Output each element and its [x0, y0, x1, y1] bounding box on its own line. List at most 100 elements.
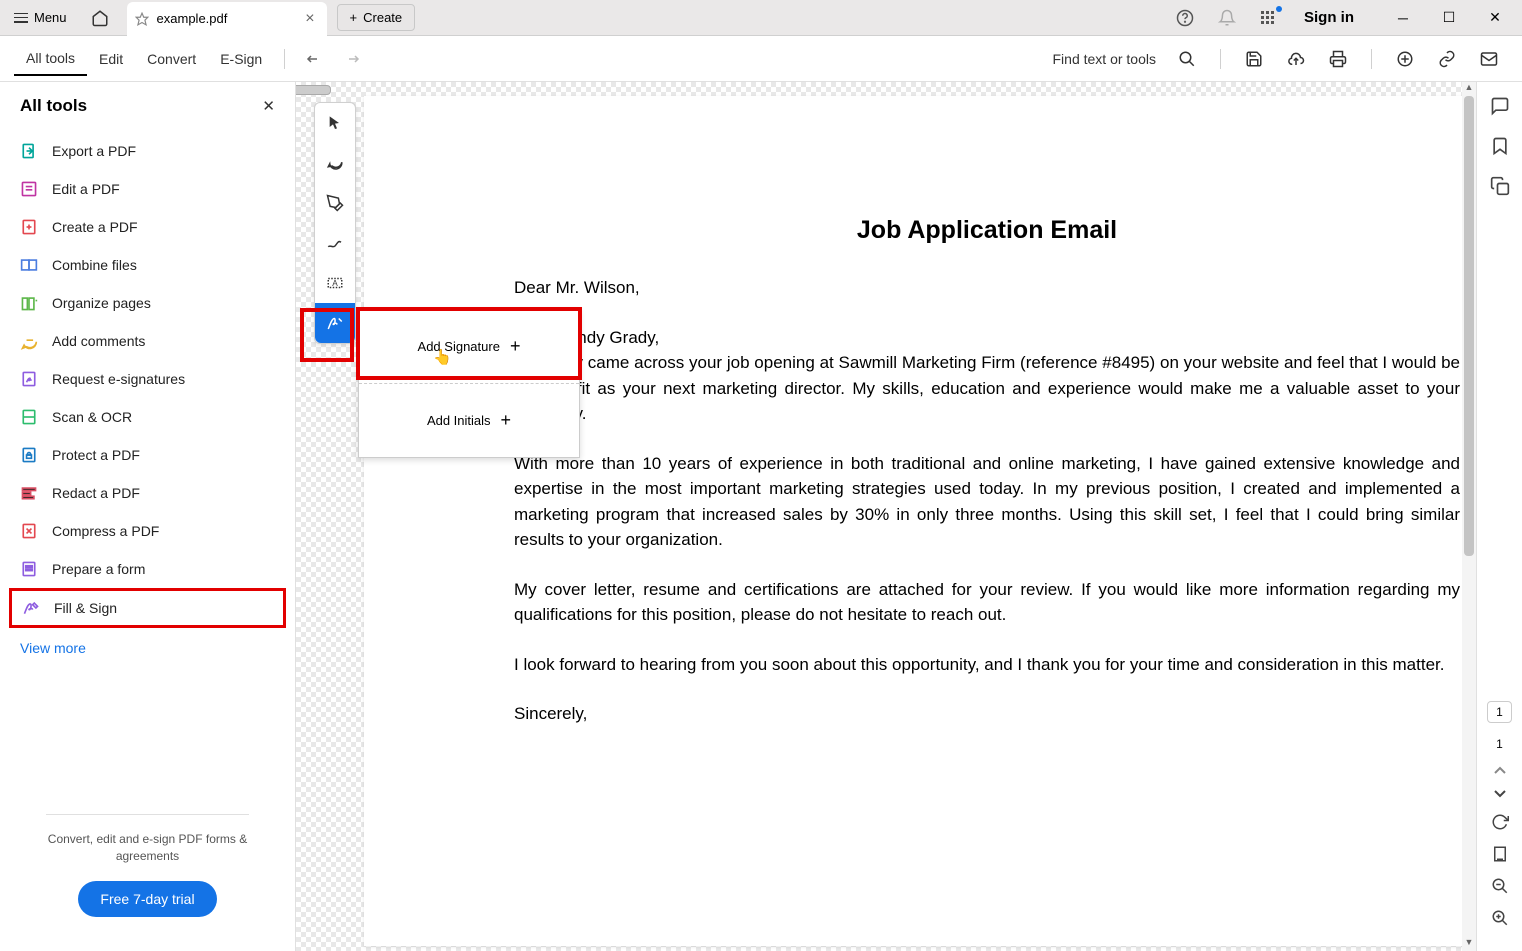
print-button[interactable] — [1319, 42, 1357, 76]
help-button[interactable] — [1166, 3, 1204, 33]
current-page-badge[interactable]: 1 — [1487, 701, 1512, 723]
tool-label: Add comments — [52, 333, 145, 349]
home-icon — [91, 9, 109, 27]
tool-label: Create a PDF — [52, 219, 138, 235]
scroll-thumb[interactable] — [1464, 96, 1474, 556]
paragraph-2: With more than 10 years of experience in… — [514, 451, 1460, 553]
sidebar-close-button[interactable]: ✕ — [262, 97, 275, 115]
select-tool[interactable] — [315, 103, 355, 143]
notification-dot — [1276, 6, 1282, 12]
tool-item-comment[interactable]: Add comments — [0, 322, 295, 360]
tool-item-fillsign[interactable]: Fill & Sign — [9, 588, 286, 628]
tool-label: Compress a PDF — [52, 523, 159, 539]
tab-all-tools[interactable]: All tools — [14, 42, 87, 76]
home-button[interactable] — [81, 3, 119, 33]
sidebar: All tools ✕ Export a PDFEdit a PDF Create… — [0, 82, 296, 951]
sidebar-header: All tools ✕ — [0, 96, 295, 126]
redact-icon — [20, 484, 38, 502]
view-more-link[interactable]: View more — [0, 634, 295, 662]
sidebar-title: All tools — [20, 96, 87, 116]
tool-item-form[interactable]: Prepare a form — [0, 550, 295, 588]
page-view-button[interactable] — [1491, 845, 1509, 863]
paragraph-3: My cover letter, resume and certificatio… — [514, 577, 1460, 628]
paragraph-4: I look forward to hearing from you soon … — [514, 652, 1460, 678]
tab-close-button[interactable]: × — [301, 10, 318, 28]
scroll-up-arrow[interactable]: ▲ — [1462, 82, 1476, 96]
export-icon — [20, 142, 38, 160]
search-button[interactable] — [1168, 42, 1206, 76]
zoom-out-icon — [1491, 877, 1509, 895]
tab-esign[interactable]: E-Sign — [208, 43, 274, 75]
copy-panel-button[interactable] — [1490, 176, 1510, 196]
zoom-in-button[interactable] — [1491, 909, 1509, 927]
tool-item-scan[interactable]: Scan & OCR — [0, 398, 295, 436]
document-tab[interactable]: example.pdf × — [127, 2, 327, 36]
tool-item-redact[interactable]: Redact a PDF — [0, 474, 295, 512]
tool-item-compress[interactable]: Compress a PDF — [0, 512, 295, 550]
draw-icon — [326, 234, 344, 252]
tool-item-protect[interactable]: Protect a PDF — [0, 436, 295, 474]
apps-icon — [1260, 10, 1276, 26]
document-area: Job Application Email Dear Mr. Wilson, D… — [296, 82, 1522, 951]
tool-label: Request e-signatures — [52, 371, 185, 387]
tool-label: Protect a PDF — [52, 447, 140, 463]
text-tool[interactable]: A — [315, 263, 355, 303]
create-button[interactable]: + Create — [337, 4, 416, 31]
rotate-button[interactable] — [1491, 813, 1509, 831]
maximize-button[interactable]: ☐ — [1426, 2, 1472, 34]
signin-button[interactable]: Sign in — [1290, 5, 1368, 30]
tool-item-export[interactable]: Export a PDF — [0, 132, 295, 170]
highlighter-icon — [326, 194, 344, 212]
notifications-button[interactable] — [1208, 3, 1246, 33]
minimize-button[interactable]: ─ — [1380, 2, 1426, 34]
plus-icon: + — [350, 10, 358, 25]
vertical-scrollbar[interactable]: ▲ ▼ — [1462, 82, 1476, 951]
redo-button[interactable] — [333, 46, 371, 72]
apps-button[interactable] — [1250, 4, 1286, 32]
scroll-down-arrow[interactable]: ▼ — [1462, 937, 1476, 951]
save-button[interactable] — [1235, 42, 1273, 76]
add-initials-item[interactable]: Add Initials + — [359, 384, 579, 457]
tool-item-edit[interactable]: Edit a PDF — [0, 170, 295, 208]
sign-tool[interactable] — [315, 303, 355, 343]
zoom-out-button[interactable] — [1491, 877, 1509, 895]
scroll-handle[interactable] — [296, 85, 331, 95]
link-button[interactable] — [1428, 42, 1466, 76]
fillsign-icon — [22, 599, 40, 617]
add-signature-label: Add Signature — [418, 339, 500, 354]
footer-text: Convert, edit and e-sign PDF forms & agr… — [26, 831, 269, 865]
sign-icon — [326, 314, 344, 332]
separator — [284, 49, 285, 69]
protect-icon — [20, 446, 38, 464]
page-up-button[interactable] — [1493, 765, 1507, 775]
chat-panel-button[interactable] — [1490, 96, 1510, 116]
search-icon — [1178, 50, 1196, 68]
tool-item-combine[interactable]: Combine files — [0, 246, 295, 284]
add-signature-item[interactable]: Add Signature + — [359, 310, 579, 384]
highlight-tool[interactable] — [315, 183, 355, 223]
close-window-button[interactable]: ✕ — [1472, 2, 1518, 34]
bookmark-panel-button[interactable] — [1490, 136, 1510, 156]
mail-icon — [1480, 50, 1498, 68]
free-trial-button[interactable]: Free 7-day trial — [78, 881, 216, 917]
draw-tool[interactable] — [315, 223, 355, 263]
menu-label: Menu — [34, 10, 67, 25]
greeting-2: Dear Randy Grady, — [514, 325, 1460, 351]
tab-edit[interactable]: Edit — [87, 43, 135, 75]
tool-item-organize[interactable]: Organize pages — [0, 284, 295, 322]
share-button[interactable] — [1470, 42, 1508, 76]
page-down-button[interactable] — [1493, 789, 1507, 799]
comment-tool[interactable] — [315, 143, 355, 183]
create-icon — [20, 218, 38, 236]
plus-icon: + — [510, 336, 521, 357]
edit-icon — [20, 180, 38, 198]
undo-button[interactable] — [295, 46, 333, 72]
tool-item-request[interactable]: Request e-signatures — [0, 360, 295, 398]
menu-button[interactable]: Menu — [4, 6, 77, 29]
toolbar: All tools Edit Convert E-Sign Find text … — [0, 36, 1522, 82]
ai-button[interactable] — [1386, 42, 1424, 76]
tool-item-create[interactable]: Create a PDF — [0, 208, 295, 246]
tab-convert[interactable]: Convert — [135, 43, 208, 75]
upload-button[interactable] — [1277, 42, 1315, 76]
paragraph-1: I recently came across your job opening … — [514, 350, 1460, 427]
